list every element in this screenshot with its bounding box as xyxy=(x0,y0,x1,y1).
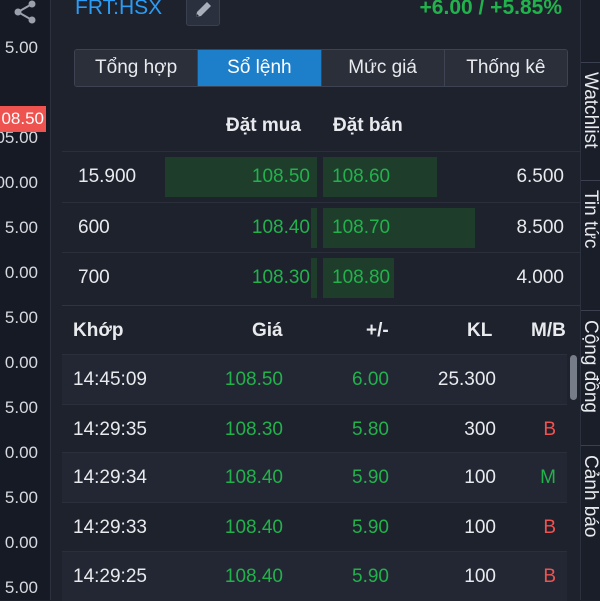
current-price-marker: 08.50 xyxy=(0,106,46,132)
price-change: +6.00 / +5.85% xyxy=(419,0,562,19)
ask-header: Đặt bán xyxy=(333,115,403,136)
pencil-icon xyxy=(196,2,211,17)
ask-volume: 8.500 xyxy=(516,217,564,238)
ask-price: 108.80 xyxy=(332,267,391,288)
table-row[interactable]: 14:29:33 108.40 5.90 100 B xyxy=(62,502,567,552)
order-book-row[interactable]: 700 108.30 108.80 4.000 xyxy=(62,252,580,303)
price-scale-label: 5.00 xyxy=(4,38,38,57)
ask-volume: 4.000 xyxy=(516,267,564,288)
trade-change: 5.90 xyxy=(352,517,389,538)
share-icon[interactable] xyxy=(6,0,40,26)
price-scale-label: 5.00 xyxy=(4,488,38,507)
trade-time: 14:45:09 xyxy=(73,369,147,390)
price-scale-label: 00.00 xyxy=(0,173,38,192)
tab-muc-gia[interactable]: Mức giá xyxy=(321,50,445,86)
bid-price: 108.40 xyxy=(251,217,310,238)
trade-price: 108.40 xyxy=(224,467,283,488)
column-header-side[interactable]: M/B xyxy=(531,320,566,342)
bid-price: 108.50 xyxy=(251,166,310,187)
edit-symbol-button[interactable] xyxy=(186,0,220,26)
side-tab-watchlist[interactable]: Watchlist xyxy=(579,72,600,148)
trades-scrollbar[interactable] xyxy=(570,355,577,400)
symbol-title[interactable]: FRT:HSX xyxy=(75,0,162,20)
order-book-row[interactable]: 600 108.40 108.70 8.500 xyxy=(62,202,580,253)
column-header-time[interactable]: Khớp xyxy=(73,320,123,342)
bid-depth-bar xyxy=(311,208,317,248)
price-scale-label: 5.00 xyxy=(4,578,38,597)
trade-change: 5.90 xyxy=(352,566,389,587)
trade-volume: 100 xyxy=(464,566,496,587)
side-tab-alerts[interactable]: Cảnh báo xyxy=(579,455,600,537)
trades-table: Khớp Giá +/- KL M/B 14:45:09 108.50 6.00… xyxy=(62,305,580,601)
order-book-row[interactable]: 15.900 108.50 108.60 6.500 xyxy=(62,151,580,202)
price-scale-label: 0.00 xyxy=(4,533,38,552)
bid-header: Đặt mua xyxy=(226,115,301,136)
ask-price: 108.70 xyxy=(332,217,391,238)
price-scale-label: 5.00 xyxy=(4,308,38,327)
order-book: Đặt mua Đặt bán 15.900 108.50 108.60 6.5… xyxy=(62,100,580,305)
side-tab-community[interactable]: Cộng đồng xyxy=(579,320,600,413)
trade-volume: 100 xyxy=(464,517,496,538)
trade-time: 14:29:33 xyxy=(73,517,147,538)
side-tab-news[interactable]: Tin tức xyxy=(579,190,600,248)
price-scale-label: 0.00 xyxy=(4,443,38,462)
price-scale-label: 0.00 xyxy=(4,353,38,372)
trade-price: 108.40 xyxy=(224,517,283,538)
price-scale-label: 5.00 xyxy=(4,398,38,417)
trade-volume: 100 xyxy=(464,467,496,488)
bid-depth-bar xyxy=(311,258,317,298)
trade-price: 108.50 xyxy=(224,369,283,390)
ask-price: 108.60 xyxy=(332,166,391,187)
tab-so-lenh[interactable]: Sổ lệnh xyxy=(198,50,322,86)
bid-volume: 600 xyxy=(78,217,110,238)
trade-side: M xyxy=(540,467,556,488)
trade-time: 14:29:35 xyxy=(73,419,147,440)
table-row[interactable]: 14:29:25 108.40 5.90 100 B xyxy=(62,551,567,601)
column-header-volume[interactable]: KL xyxy=(467,320,492,342)
table-row[interactable]: 14:29:35 108.30 5.80 300 B xyxy=(62,404,567,454)
tab-thong-ke[interactable]: Thống kê xyxy=(444,50,567,86)
bid-volume: 15.900 xyxy=(78,166,137,187)
price-scale[interactable]: 5.0005.0000.005.000.005.000.005.000.005.… xyxy=(0,0,51,600)
trade-side: B xyxy=(543,517,556,538)
trade-side: B xyxy=(543,419,556,440)
bid-price: 108.30 xyxy=(251,267,310,288)
price-scale-label: 0.00 xyxy=(4,263,38,282)
trade-change: 6.00 xyxy=(352,369,389,390)
tab-tong-hop[interactable]: Tổng hợp xyxy=(75,50,199,86)
tab-bar: Tổng hợp Sổ lệnh Mức giá Thống kê xyxy=(74,49,568,87)
trade-change: 5.90 xyxy=(352,467,389,488)
bid-volume: 700 xyxy=(78,267,110,288)
ask-volume: 6.500 xyxy=(516,166,564,187)
column-header-price[interactable]: Giá xyxy=(252,320,283,342)
side-tab-bar: Watchlist Tin tức Cộng đồng Cảnh báo xyxy=(580,0,600,600)
table-row[interactable]: 14:29:34 108.40 5.90 100 M xyxy=(62,452,567,502)
trade-change: 5.80 xyxy=(352,419,389,440)
trade-volume: 25.300 xyxy=(437,369,496,390)
trade-time: 14:29:25 xyxy=(73,566,147,587)
column-header-change[interactable]: +/- xyxy=(366,320,389,342)
trade-side: B xyxy=(543,566,556,587)
price-scale-label: 5.00 xyxy=(4,218,38,237)
trade-price: 108.40 xyxy=(224,566,283,587)
trade-volume: 300 xyxy=(464,419,496,440)
trade-time: 14:29:34 xyxy=(73,467,147,488)
table-row[interactable]: 14:45:09 108.50 6.00 25.300 xyxy=(62,354,567,404)
trade-price: 108.30 xyxy=(224,419,283,440)
